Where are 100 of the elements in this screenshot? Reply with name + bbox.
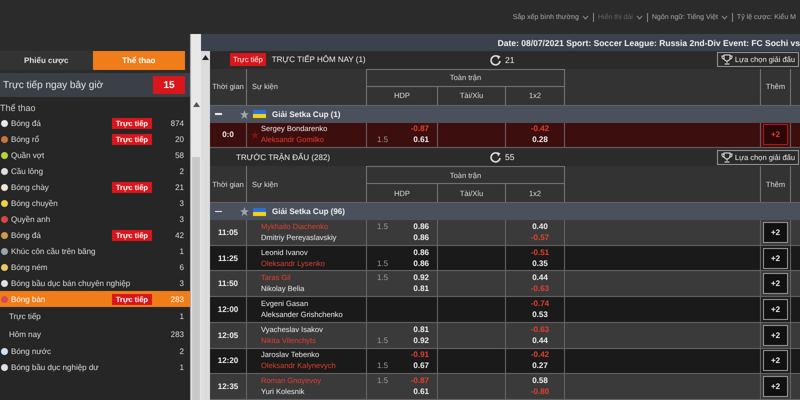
league-row[interactable]: Giải Setka Cup (96) <box>210 203 800 220</box>
league-row[interactable]: Giải Setka Cup (1) <box>210 106 800 123</box>
sidebar-item[interactable]: Bóng bầu dục bán chuyên nghiệp 3 <box>0 275 190 291</box>
sport-count: 283 <box>170 330 184 338</box>
sport-count: 1 <box>178 312 184 320</box>
trophy-icon <box>720 152 733 163</box>
handicap-line: 1.5 <box>377 336 388 346</box>
sidebar-item[interactable]: Bóng ném 6 <box>0 259 190 275</box>
live-count: 15 <box>153 76 185 94</box>
sport-count: 42 <box>174 230 184 240</box>
match-time: 11:05 <box>210 220 247 245</box>
odds-value[interactable]: 0.53 <box>532 310 548 320</box>
sidebar-item[interactable]: Bóng chuyền 3 <box>0 195 190 211</box>
odds-value[interactable]: -0.51 <box>530 248 550 258</box>
odds-value[interactable]: 0.44 <box>532 336 548 346</box>
sidebar-item[interactable]: Hôm nay 283 <box>0 325 190 343</box>
odds-value[interactable]: 0.27 <box>532 361 548 372</box>
odds-value[interactable]: 0.61 <box>413 135 429 146</box>
info-text: Date: 08/07/2021 Sport: Soccer League: Russia 2nd-Div Event: FC Sochi vs <box>201 34 800 51</box>
star-icon <box>240 207 249 216</box>
more-markets-button[interactable]: +2 <box>763 350 788 372</box>
flag-icon <box>253 208 266 216</box>
sport-name: Bóng bầu dục bán chuyên nghiệp <box>11 278 132 288</box>
sport-count: 283 <box>170 294 184 304</box>
scroll-thumb[interactable] <box>192 157 200 400</box>
handicap-line: 1.5 <box>377 135 388 146</box>
more-markets-button[interactable]: +2 <box>763 222 788 243</box>
match-time: 0:0 <box>210 122 247 148</box>
sport-name: Quyền anh <box>11 214 52 224</box>
match-time: 12:05 <box>210 322 247 348</box>
more-markets-button[interactable]: +2 <box>763 273 788 294</box>
more-markets-button[interactable]: +2 <box>763 376 788 398</box>
sidebar-item[interactable]: Bóng nước 2 <box>0 343 190 359</box>
star-icon <box>240 110 249 119</box>
sport-name: Bóng đá <box>11 118 42 128</box>
odds-value[interactable]: 0.28 <box>532 135 548 146</box>
more-markets-button[interactable]: +2 <box>763 324 788 346</box>
more-markets-button[interactable]: +2 <box>763 124 788 146</box>
section-title: TRỰC TIẾP HÔM NAY (1) <box>272 55 366 64</box>
odds-value[interactable]: 0.86 <box>413 248 429 258</box>
refresh-button[interactable]: 55 <box>490 151 514 164</box>
odds-value[interactable]: -0.42 <box>530 124 550 134</box>
live-now-bar[interactable]: Trực tiếp ngay bây giờ 15 <box>0 73 190 97</box>
trophy-icon <box>720 54 733 66</box>
odds-value[interactable]: 0.92 <box>413 336 429 346</box>
odds-value[interactable]: 0.92 <box>413 273 429 284</box>
sport-name: Bóng bàn <box>11 294 46 304</box>
sidebar-item[interactable]: Trực tiếp 1 <box>0 307 190 325</box>
odds-value[interactable]: 0.81 <box>413 284 429 294</box>
odds-value[interactable]: 0.61 <box>413 387 429 398</box>
caret-icon <box>636 14 643 20</box>
odds-value[interactable]: -0.42 <box>530 350 550 360</box>
sport-count: 2 <box>178 166 184 176</box>
odds-value[interactable]: 0.86 <box>413 258 429 269</box>
sport-name: Bóng đá <box>11 230 42 240</box>
up-arrow-icon <box>192 102 200 107</box>
sport-count: 2 <box>178 346 184 356</box>
sidebar-heading: Thể thao <box>0 102 37 115</box>
handicap-line: 1.5 <box>377 376 388 386</box>
sport-name: Bóng chuyền <box>11 198 59 208</box>
sport-name: Bóng rổ <box>11 134 40 144</box>
odds-value[interactable]: 0.67 <box>413 361 429 372</box>
refresh-icon <box>490 151 502 164</box>
match-time: 12:20 <box>210 348 247 374</box>
odds-value[interactable]: 0.81 <box>413 324 429 335</box>
sidebar-tab[interactable]: Phiếu cược <box>0 51 92 70</box>
handicap-line: 1.5 <box>377 258 388 269</box>
match-time: 12:00 <box>210 297 247 322</box>
more-markets-button[interactable]: +2 <box>763 248 788 269</box>
sidebar-item[interactable]: Quần vợt 58 <box>0 147 190 163</box>
sidebar-item[interactable]: Khúc côn cầu trên băng 1 <box>0 243 190 259</box>
sidebar-item[interactable]: Cầu lông 2 <box>0 163 190 179</box>
odds-value[interactable]: -0.74 <box>530 298 550 309</box>
odds-value[interactable]: 0.35 <box>532 258 548 269</box>
match-time: 11:25 <box>210 246 247 270</box>
scrollbar[interactable] <box>201 51 210 400</box>
odds-value[interactable]: -0.87 <box>410 124 429 134</box>
handicap-line: 1.5 <box>377 273 388 284</box>
league-name: Giải Setka Cup (1) <box>272 110 340 119</box>
sport-name: Hôm nay <box>9 330 42 338</box>
sport-count: 1 <box>178 246 184 256</box>
odds-value[interactable]: 0.40 <box>532 222 548 232</box>
star-icon <box>251 130 259 139</box>
odds-value[interactable]: 0.44 <box>532 273 548 284</box>
sport-name: Bóng chày <box>11 182 50 192</box>
odds-value[interactable]: -0.91 <box>410 350 429 360</box>
sport-count: 6 <box>178 262 184 272</box>
flag-icon <box>253 110 266 118</box>
sidebar-item[interactable]: Bóng bầu dục nghiệp dư 1 <box>0 359 190 375</box>
match-time: 11:50 <box>210 271 247 296</box>
scrollbar[interactable] <box>190 34 201 400</box>
sport-name: Khúc côn cầu trên băng <box>11 246 97 256</box>
odds-value[interactable]: 0.58 <box>532 376 548 386</box>
odds-value[interactable]: 0.86 <box>413 232 429 243</box>
sidebar-item[interactable]: Quyền anh 3 <box>0 211 190 227</box>
more-markets-button[interactable]: +2 <box>763 298 788 320</box>
refresh-button[interactable]: 21 <box>490 54 514 66</box>
odds-value[interactable]: 0.86 <box>413 222 429 232</box>
sport-count: 874 <box>170 118 184 128</box>
sport-name: Cầu lông <box>11 166 44 176</box>
